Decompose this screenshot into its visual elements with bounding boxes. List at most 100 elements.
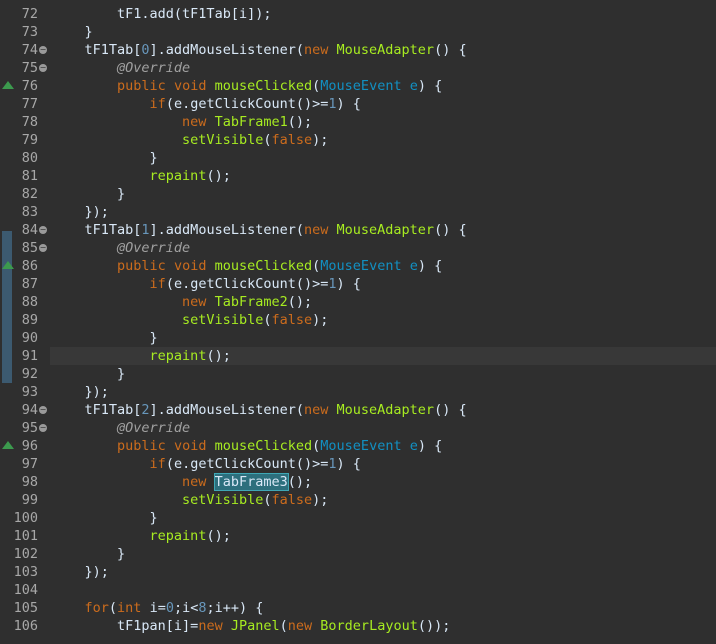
code-line[interactable]: tF1.add(tF1Tab[i]); xyxy=(50,5,716,23)
gutter-line[interactable]: 91 xyxy=(0,347,50,365)
code-token: 0 xyxy=(165,600,174,616)
code-line[interactable]: if(e.getClickCount()>=1) { xyxy=(50,95,716,113)
code-token: MouseAdapter xyxy=(336,42,435,58)
code-line[interactable]: tF1pan[i]=new JPanel(new BorderLayout())… xyxy=(50,617,716,635)
code-line[interactable]: }); xyxy=(50,563,716,581)
gutter-line[interactable]: 76 xyxy=(0,77,50,95)
gutter-line[interactable]: 81 xyxy=(0,167,50,185)
gutter-line[interactable]: 73 xyxy=(0,23,50,41)
gutter-line[interactable]: 104 xyxy=(0,581,50,599)
gutter-line[interactable]: 79 xyxy=(0,131,50,149)
override-triangle-icon[interactable] xyxy=(2,261,14,269)
gutter-line[interactable]: 80 xyxy=(0,149,50,167)
gutter-line[interactable]: 77 xyxy=(0,95,50,113)
code-line[interactable]: @Override xyxy=(50,239,716,257)
code-line[interactable]: public void mouseClicked(MouseEvent e) { xyxy=(50,77,716,95)
gutter-line[interactable]: 75− xyxy=(0,59,50,77)
gutter-line[interactable]: 89 xyxy=(0,311,50,329)
code-line[interactable]: } xyxy=(50,149,716,167)
code-line[interactable]: setVisible(false); xyxy=(50,131,716,149)
gutter-line[interactable]: 105 xyxy=(0,599,50,617)
code-token: MouseAdapter xyxy=(336,222,435,238)
code-line[interactable]: @Override xyxy=(50,59,716,77)
override-triangle-icon[interactable] xyxy=(2,81,14,89)
gutter-line[interactable]: 87 xyxy=(0,275,50,293)
gutter-line[interactable]: 102 xyxy=(0,545,50,563)
gutter-line[interactable]: 72 xyxy=(0,5,50,23)
fold-collapse-icon[interactable]: − xyxy=(39,46,47,54)
code-line[interactable]: }); xyxy=(50,203,716,221)
gutter-line[interactable]: 90 xyxy=(0,329,50,347)
gutter-line[interactable]: 99 xyxy=(0,491,50,509)
code-line[interactable]: } xyxy=(50,185,716,203)
code-line-current[interactable]: repaint(); xyxy=(50,347,716,365)
code-line[interactable]: } xyxy=(50,545,716,563)
fold-collapse-icon[interactable]: − xyxy=(39,424,47,432)
code-line[interactable]: } xyxy=(50,23,716,41)
gutter-line[interactable]: 101 xyxy=(0,527,50,545)
code-line[interactable]: tF1Tab[1].addMouseListener(new MouseAdap… xyxy=(50,221,716,239)
code-line[interactable]: public void mouseClicked(MouseEvent e) { xyxy=(50,257,716,275)
gutter-line[interactable]: 88 xyxy=(0,293,50,311)
gutter-line[interactable]: 95− xyxy=(0,419,50,437)
gutter-line[interactable]: 84− xyxy=(0,221,50,239)
code-line[interactable]: tF1Tab[0].addMouseListener(new MouseAdap… xyxy=(50,41,716,59)
gutter-line[interactable]: 74− xyxy=(0,41,50,59)
fold-collapse-icon[interactable]: − xyxy=(39,406,47,414)
code-line[interactable] xyxy=(50,581,716,599)
code-line[interactable]: tF1Tab[2].addMouseListener(new MouseAdap… xyxy=(50,401,716,419)
code-line[interactable]: setVisible(false); xyxy=(50,491,716,509)
code-line[interactable]: repaint(); xyxy=(50,527,716,545)
gutter-line[interactable]: 78 xyxy=(0,113,50,131)
code-line[interactable]: public void mouseClicked(MouseEvent e) { xyxy=(50,437,716,455)
code-line[interactable]: new TabFrame1(); xyxy=(50,113,716,131)
code-line[interactable]: repaint(); xyxy=(50,167,716,185)
gutter-line[interactable]: 103 xyxy=(0,563,50,581)
line-number: 95 xyxy=(21,420,38,436)
gutter-line[interactable]: 94− xyxy=(0,401,50,419)
line-number: 105 xyxy=(13,600,38,616)
code-line[interactable]: if(e.getClickCount()>=1) { xyxy=(50,275,716,293)
gutter-line[interactable]: 97 xyxy=(0,455,50,473)
code-line[interactable]: }); xyxy=(50,383,716,401)
fold-collapse-icon[interactable]: − xyxy=(39,226,47,234)
gutter-line[interactable]: 93 xyxy=(0,383,50,401)
code-token: e xyxy=(409,258,418,274)
code-token: ].addMouseListener( xyxy=(149,222,304,238)
gutter-line[interactable]: 106 xyxy=(0,617,50,635)
gutter-line[interactable]: 98 xyxy=(0,473,50,491)
gutter-line[interactable]: 92 xyxy=(0,365,50,383)
gutter-line[interactable]: 82 xyxy=(0,185,50,203)
code-line[interactable]: @Override xyxy=(50,419,716,437)
code-line[interactable]: } xyxy=(50,329,716,347)
fold-collapse-icon[interactable]: − xyxy=(39,244,47,252)
code-token: i= xyxy=(141,600,166,616)
fold-collapse-icon[interactable]: − xyxy=(39,64,47,72)
line-number-gutter[interactable]: 72 73 74−75−76 77 78 79 80 81 82 83 84−85−86 87 88 89… xyxy=(0,0,50,644)
code-line[interactable]: if(e.getClickCount()>=1) { xyxy=(50,455,716,473)
gutter-line[interactable]: 86 xyxy=(0,257,50,275)
gutter-line[interactable]: 96 xyxy=(0,437,50,455)
code-line[interactable]: for(int i=0;i<8;i++) { xyxy=(50,599,716,617)
gutter-line[interactable]: 85− xyxy=(0,239,50,257)
code-token: MouseEvent xyxy=(320,78,402,94)
code-token: (e.getClickCount()>= xyxy=(165,276,329,292)
code-line[interactable]: new TabFrame3(); xyxy=(50,473,716,491)
gutter-line[interactable]: 83 xyxy=(0,203,50,221)
code-line[interactable]: new TabFrame2(); xyxy=(50,293,716,311)
code-editor[interactable]: 72 73 74−75−76 77 78 79 80 81 82 83 84−85−86 87 88 89… xyxy=(0,0,716,644)
override-triangle-icon[interactable] xyxy=(2,441,14,449)
gutter-line[interactable]: 100 xyxy=(0,509,50,527)
code-line[interactable]: setVisible(false); xyxy=(50,311,716,329)
code-area[interactable]: tF1.add(tF1Tab[i]); } tF1Tab[0].addMouse… xyxy=(50,0,716,644)
code-line[interactable]: } xyxy=(50,509,716,527)
code-line[interactable]: } xyxy=(50,365,716,383)
